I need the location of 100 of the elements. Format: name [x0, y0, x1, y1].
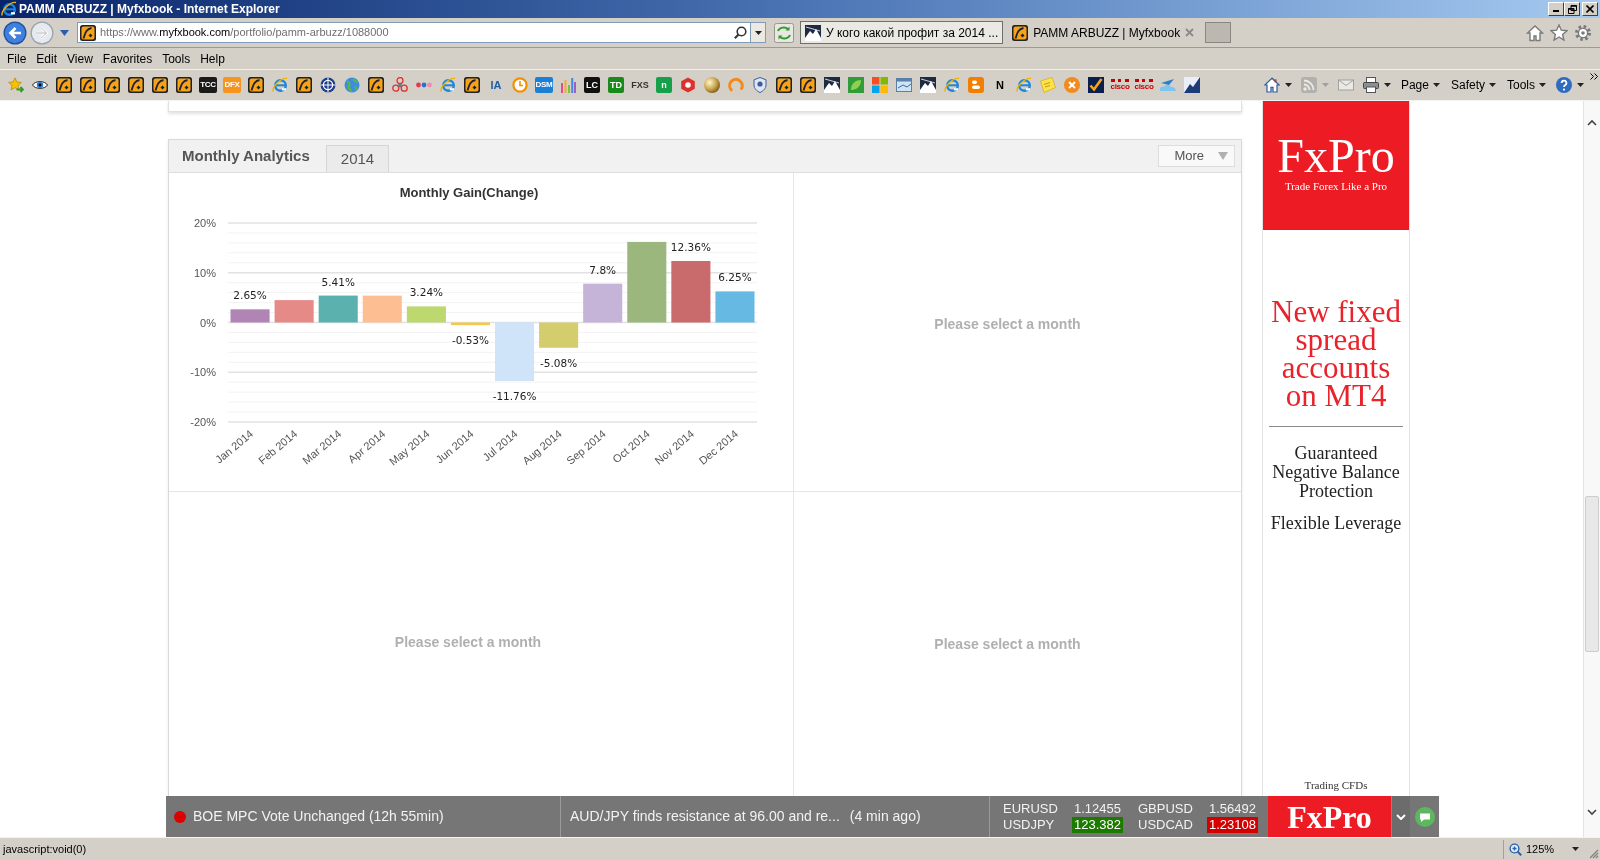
dropdown-button[interactable] — [750, 23, 765, 42]
scroll-up-icon[interactable] — [1587, 119, 1597, 126]
logo-tile-icon[interactable] — [128, 77, 144, 93]
browser-logo-icon[interactable] — [1016, 77, 1032, 93]
bookmark-button[interactable]: LC — [584, 77, 600, 93]
value-label: 7.8% — [589, 263, 617, 276]
status-text: javascript:void(0) — [1, 841, 87, 857]
caret-icon — [1572, 847, 1579, 851]
logo-tile-icon[interactable] — [104, 77, 120, 93]
browser-logo-icon[interactable] — [440, 77, 456, 93]
menu-item[interactable]: Edit — [31, 52, 63, 65]
menu-item[interactable]: File — [2, 52, 32, 65]
menu-item[interactable]: Help — [195, 52, 230, 65]
tab[interactable]: 2014 — [325, 145, 390, 172]
value-label: 6.25% — [718, 271, 752, 284]
news-time: (4 min ago) — [849, 807, 921, 826]
bookmark-button[interactable]: TCC — [199, 77, 217, 93]
sphere-icon[interactable] — [704, 77, 720, 93]
logo-tile-icon[interactable] — [152, 77, 168, 93]
currency-pair: USDJPY — [1003, 816, 1056, 833]
tab[interactable]: PAMM ARBUZZ | Myfxbook — [1008, 21, 1203, 44]
value-label: 3.24% — [409, 286, 444, 299]
resize-grip-icon — [1589, 849, 1599, 859]
brand-logo[interactable]: FxPro — [1268, 796, 1391, 837]
bookmark-button[interactable]: N — [996, 77, 1004, 93]
settings-icon[interactable] — [1574, 23, 1592, 42]
scroll-down-icon[interactable] — [1587, 809, 1597, 816]
home-icon[interactable] — [1263, 77, 1280, 93]
tab[interactable]: У кого какой профит за 2014 ... — [800, 21, 1004, 44]
value-label: -11.76% — [492, 390, 537, 402]
bookmark-button[interactable]: cisco — [1110, 79, 1130, 91]
axis-label: -10% — [190, 366, 216, 379]
ad-feature: Flexible Leverage — [1269, 514, 1403, 533]
flower-icon[interactable] — [392, 77, 408, 93]
caret-icon — [1218, 152, 1228, 160]
menu-button[interactable]: Page — [1399, 79, 1441, 91]
mountain-icon[interactable] — [920, 77, 936, 93]
blog-logo-icon[interactable] — [968, 77, 984, 93]
logo-tile-icon[interactable] — [464, 77, 480, 93]
zoom-button[interactable]: 125% — [1503, 839, 1585, 859]
help-icon[interactable] — [1556, 77, 1572, 93]
search-icon[interactable] — [734, 26, 747, 39]
bookmark-button[interactable]: TD — [608, 77, 624, 93]
window-icon[interactable] — [896, 77, 912, 93]
mountain-icon[interactable] — [824, 77, 840, 93]
logo-tile-icon[interactable] — [368, 77, 384, 93]
scroll-thumb[interactable] — [1585, 496, 1599, 652]
address-field[interactable]: https://www.myfxbook.com/portfolio/pamm-arbuzz/1088000 — [77, 22, 766, 43]
menu-item[interactable]: Favorites — [97, 52, 158, 65]
logo-tile-icon[interactable] — [176, 77, 192, 93]
star-icon[interactable] — [1550, 23, 1568, 42]
browser-logo-icon[interactable] — [272, 77, 288, 93]
caret-icon[interactable] — [1577, 83, 1584, 87]
logo-tile-icon[interactable] — [296, 77, 312, 93]
shield-icon[interactable] — [752, 77, 768, 93]
more-button[interactable]: More — [1158, 145, 1235, 167]
logo-tile-icon[interactable] — [56, 77, 72, 93]
close-icon — [1586, 5, 1594, 13]
chart-title: Monthly Gain(Change) — [399, 185, 539, 200]
bookmark-button[interactable]: FXS — [631, 77, 649, 93]
bar-chart-icon[interactable] — [560, 77, 576, 93]
caret-icon[interactable] — [1383, 83, 1391, 87]
minimize-button[interactable] — [1548, 2, 1564, 16]
menu-button[interactable]: Tools — [1506, 79, 1547, 91]
printer-icon[interactable] — [1362, 77, 1379, 93]
collapse-button[interactable] — [1391, 796, 1410, 837]
ad-tagline: Trade Forex Like a Pro — [1284, 179, 1388, 193]
bookmark-button[interactable]: cisco — [1134, 79, 1154, 91]
value-label: -5.08% — [540, 356, 578, 369]
logo-tile-icon[interactable] — [248, 77, 264, 93]
panel-title: Monthly Analytics — [181, 145, 310, 166]
close-button[interactable] — [1582, 2, 1598, 16]
bookmark-button[interactable]: DSM — [534, 77, 554, 93]
restore-button[interactable] — [1564, 2, 1580, 16]
crosshair-icon[interactable] — [320, 77, 336, 93]
logo-tile-icon[interactable] — [80, 77, 96, 93]
checkmark-icon[interactable] — [1088, 77, 1104, 93]
chart-tile-icon[interactable] — [1184, 77, 1200, 93]
back-icon[interactable] — [3, 20, 27, 45]
news-link[interactable]: BOE MPC Vote Unchanged (12h 55min) — [193, 806, 444, 827]
logo-tile-icon[interactable] — [776, 77, 792, 93]
bookmark-button[interactable]: IA — [490, 77, 502, 93]
hexagon-icon[interactable] — [680, 77, 696, 93]
menu-button[interactable]: Safety — [1449, 79, 1497, 91]
logo-tile-icon[interactable] — [800, 77, 816, 93]
ad-headline: New fixed spread accounts on MT4 — [1270, 298, 1402, 410]
value-label: 2.65% — [233, 289, 267, 302]
news-link[interactable]: AUD/JPY finds resistance at 96.00 and re... — [570, 806, 840, 827]
placeholder-text: Please select a month — [394, 633, 542, 652]
logo-tile-icon — [1012, 24, 1029, 41]
browser-logo-icon[interactable] — [944, 77, 960, 93]
refresh-icon[interactable] — [774, 22, 794, 43]
menu-item[interactable]: Tools — [157, 52, 196, 65]
caret-icon[interactable] — [1284, 83, 1292, 87]
currency-pair: USDCAD — [1138, 816, 1194, 833]
chat-icon[interactable] — [1414, 806, 1435, 827]
home-icon[interactable] — [1526, 23, 1544, 42]
menu-item[interactable]: View — [62, 52, 98, 65]
plane-icon[interactable] — [1160, 77, 1176, 93]
chevron-right-icon[interactable] — [1590, 73, 1598, 80]
